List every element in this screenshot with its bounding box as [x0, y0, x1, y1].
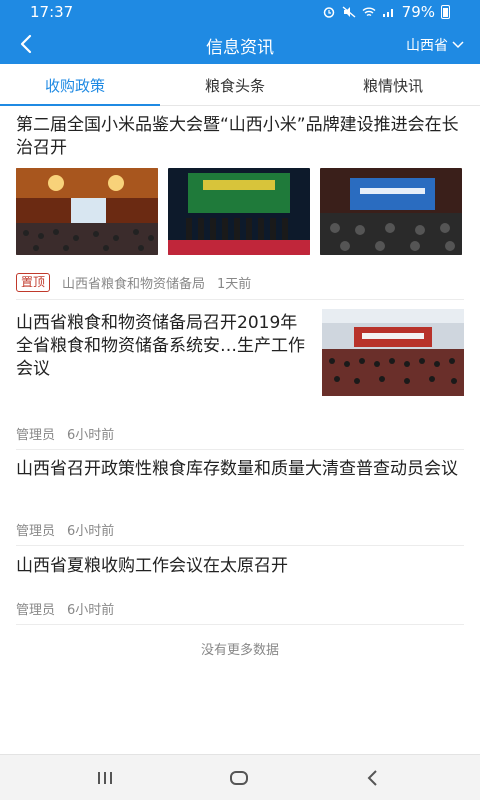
mute-icon: [342, 6, 356, 18]
article-images: [16, 168, 464, 255]
wifi-icon: [362, 7, 376, 17]
article-title: 山西省召开政策性粮食库存数量和质量大清查普查动员会议: [16, 459, 458, 479]
app-header: 信息资讯 山西省: [0, 24, 480, 64]
alarm-icon: [323, 7, 334, 18]
article-meta: 管理员 6小时前: [16, 520, 114, 539]
list-item[interactable]: 山西省召开政策性粮食库存数量和质量大清查普查动员会议: [16, 458, 464, 481]
region-label: 山西省: [406, 38, 448, 54]
pinned-badge: 置顶: [16, 273, 51, 292]
article-image: [322, 309, 464, 396]
article-source: 管理员: [16, 524, 56, 539]
article-title: 第二届全国小米品鉴大会暨“山西小米”品牌建设推进会在长治召开: [16, 115, 459, 158]
tab-bar: 收购政策 粮食头条 粮情快讯: [0, 64, 480, 106]
article-meta: 置顶 山西省粮食和物资储备局 1天前: [16, 273, 251, 292]
article-time: 6小时前: [67, 603, 115, 618]
article-meta: 管理员 6小时前: [16, 424, 114, 443]
list-item[interactable]: 山西省粮食和物资储备局召开2019年 全省粮食和物资储备系统安…生产工作会议: [16, 309, 464, 396]
region-selector[interactable]: 山西省: [406, 35, 464, 55]
article-title: 山西省粮食和物资储备局召开2019年 全省粮食和物资储备系统安…生产工作会议: [16, 313, 305, 379]
system-nav-bar: [0, 754, 480, 800]
tab-purchase-policy[interactable]: 收购政策: [45, 75, 105, 96]
status-bar: 17:37 79%: [0, 0, 480, 24]
chevron-down-icon: [452, 41, 464, 49]
article-image: [168, 168, 310, 255]
status-icons: 79%: [322, 3, 450, 21]
article-image: [320, 168, 462, 255]
battery-icon: [441, 5, 450, 19]
tab-grain-headlines[interactable]: 粮食头条: [205, 75, 265, 96]
article-time: 6小时前: [67, 524, 115, 539]
tab-grain-news[interactable]: 粮情快讯: [363, 75, 423, 96]
status-time: 17:37: [30, 3, 74, 21]
signal-icon: [382, 9, 393, 17]
article-image: [16, 168, 158, 255]
battery-percent: 79%: [401, 3, 435, 21]
list-item[interactable]: 第二届全国小米品鉴大会暨“山西小米”品牌建设推进会在长治召开: [16, 114, 464, 255]
divider: [16, 624, 464, 625]
article-meta: 管理员 6小时前: [16, 599, 114, 618]
article-source: 管理员: [16, 603, 56, 618]
article-source: 山西省粮食和物资储备局: [62, 277, 206, 292]
home-icon[interactable]: [228, 767, 250, 789]
article-source: 管理员: [16, 428, 56, 443]
article-title: 山西省夏粮收购工作会议在太原召开: [16, 556, 288, 576]
tab-underline: [0, 104, 160, 106]
recent-apps-icon[interactable]: [94, 767, 116, 789]
divider: [16, 545, 464, 546]
divider: [16, 299, 464, 300]
no-more-data: 没有更多数据: [200, 643, 279, 658]
article-time: 1天前: [217, 277, 252, 292]
divider: [16, 449, 464, 450]
list-item[interactable]: 山西省夏粮收购工作会议在太原召开: [16, 555, 464, 578]
article-time: 6小时前: [67, 428, 115, 443]
back-icon[interactable]: [362, 767, 384, 789]
